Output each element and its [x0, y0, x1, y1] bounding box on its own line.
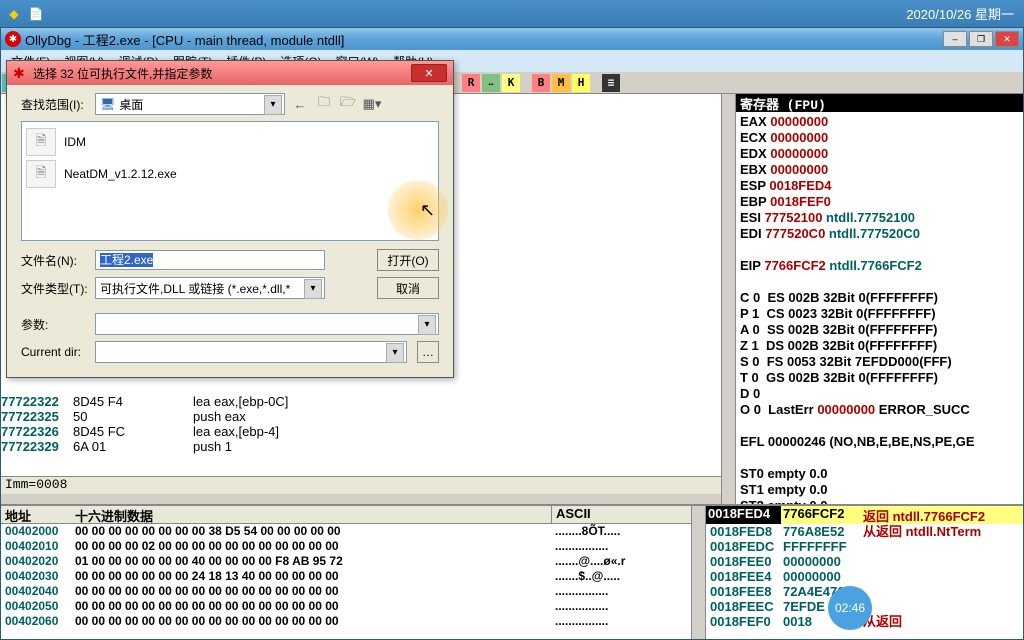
lookin-label: 查找范围(I):	[21, 96, 89, 113]
tool-menu-icon[interactable]: ≡	[602, 74, 620, 92]
lookin-combo[interactable]: 🖥 桌面	[95, 93, 285, 115]
tool-m[interactable]: M	[552, 74, 570, 92]
hex-col-addr: 地址	[1, 506, 71, 523]
window-title: OllyDbg - 工程2.exe - [CPU - main thread, …	[25, 30, 344, 49]
filetype-combo[interactable]: 可执行文件,DLL 或链接 (*.exe,*.dll,*	[95, 277, 325, 299]
dialog-icon: ✱	[13, 65, 29, 81]
scrollbar[interactable]	[721, 94, 735, 504]
tool-b[interactable]: B	[532, 74, 550, 92]
cancel-button[interactable]: 取消	[377, 277, 439, 299]
timer-badge: 02:46	[828, 586, 872, 630]
hex-col-ascii: ASCII	[551, 506, 691, 523]
dialog-titlebar[interactable]: ✱ 选择 32 位可执行文件,并指定参数 ✕	[7, 61, 453, 85]
file-list[interactable]: 🗎 IDM 🗎 NeatDM_v1.2.12.exe	[21, 121, 439, 241]
stack-hdr-addr: 0018FED4	[706, 506, 781, 524]
dialog-title: 选择 32 位可执行文件,并指定参数	[33, 65, 212, 82]
info-panel: Imm=0008	[1, 476, 721, 494]
file-icon: 🗎	[26, 160, 56, 188]
filename-label: 文件名(N):	[21, 252, 89, 269]
register-title: 寄存器 (FPU)	[736, 94, 1023, 112]
curdir-input[interactable]	[95, 341, 407, 363]
register-view[interactable]: EAX 00000000ECX 00000000EDX 00000000EBX …	[736, 112, 1023, 504]
maximize-button[interactable]: ❐	[969, 31, 993, 47]
filetype-label: 文件类型(T):	[21, 280, 89, 297]
curdir-label: Current dir:	[21, 345, 89, 359]
open-button[interactable]: 打开(O)	[377, 249, 439, 271]
taskbar-icon[interactable]: ◆	[4, 4, 24, 24]
desktop-taskbar: ◆ 📄	[0, 0, 1024, 27]
filename-input[interactable]: 工程2.exe	[95, 250, 325, 270]
desktop-date: 2020/10/26 星期一	[906, 4, 1014, 23]
tool-k[interactable]: K	[502, 74, 520, 92]
dialog-close-button[interactable]: ✕	[411, 64, 447, 82]
file-icon: 🗎	[26, 128, 56, 156]
stack-hdr-comment: 返回 ntdll.7766FCF2	[861, 506, 1023, 524]
close-button[interactable]: ✕	[995, 31, 1019, 47]
list-item[interactable]: 🗎 IDM	[26, 126, 434, 158]
stack-hdr-val: 7766FCF2	[781, 506, 861, 524]
register-pane: 寄存器 (FPU) EAX 00000000ECX 00000000EDX 00…	[735, 94, 1023, 504]
args-label: 参数:	[21, 316, 89, 333]
open-file-dialog: ✱ 选择 32 位可执行文件,并指定参数 ✕ 查找范围(I): 🖥 桌面 ← 🗀…	[6, 60, 454, 378]
hex-dump-pane: 地址 十六进制数据 ASCII 0040200000 00 00 00 00 0…	[1, 506, 691, 639]
app-icon: ✱	[5, 31, 21, 47]
tool-r[interactable]: R	[462, 74, 480, 92]
minimize-button[interactable]: –	[943, 31, 967, 47]
new-folder-icon[interactable]: 🗁	[339, 95, 357, 113]
view-menu-icon[interactable]: ▦▾	[363, 95, 381, 113]
taskbar-icon[interactable]: 📄	[26, 4, 46, 24]
args-input[interactable]	[95, 313, 439, 335]
hex-col-data: 十六进制数据	[71, 506, 551, 523]
window-titlebar[interactable]: ✱ OllyDbg - 工程2.exe - [CPU - main thread…	[1, 28, 1023, 50]
scrollbar[interactable]	[691, 506, 705, 639]
list-item[interactable]: 🗎 NeatDM_v1.2.12.exe	[26, 158, 434, 190]
browse-dir-button[interactable]: …	[417, 341, 439, 363]
back-icon[interactable]: ←	[291, 95, 309, 113]
desktop-icon: 🖥	[100, 97, 115, 111]
tool-h[interactable]: H	[572, 74, 590, 92]
tool-dots[interactable]: …	[482, 74, 500, 92]
hex-body[interactable]: 0040200000 00 00 00 00 00 00 00 38 D5 54…	[1, 524, 691, 639]
up-folder-icon[interactable]: 🗀	[315, 95, 333, 113]
